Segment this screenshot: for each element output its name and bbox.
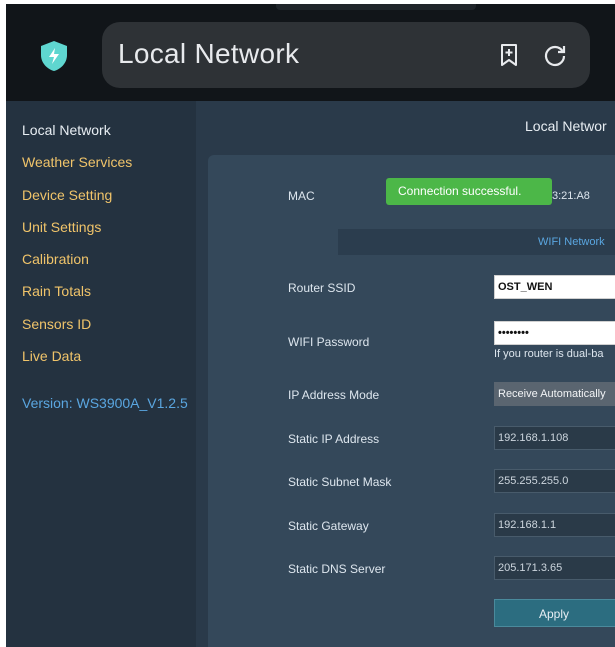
sidebar-item-device-setting[interactable]: Device Setting (22, 187, 112, 203)
add-bookmark-icon[interactable] (497, 43, 521, 67)
screen: Local Network Local Network Weather Serv… (6, 4, 615, 647)
address-bar[interactable]: Local Network (102, 22, 590, 88)
sidebar-item-local-network[interactable]: Local Network (22, 122, 111, 138)
dual-band-hint: If you router is dual-ba (494, 348, 604, 360)
settings-panel: MAC 3:21:A8 WIFI Network Router SSID OST… (208, 155, 615, 647)
subnet-mask-label: Static Subnet Mask (288, 475, 392, 489)
dns-server-label: Static DNS Server (288, 562, 386, 576)
router-ssid-input[interactable]: OST_WEN (494, 275, 615, 299)
router-ssid-label: Router SSID (288, 281, 356, 295)
sidebar-nav: Local Network Weather Services Device Se… (6, 101, 196, 647)
gateway-label: Static Gateway (288, 519, 369, 533)
reload-icon[interactable] (542, 43, 568, 69)
connection-toast: Connection successful. (386, 178, 552, 205)
browser-toolbar: Local Network (6, 4, 615, 101)
sidebar-item-live-data[interactable]: Live Data (22, 348, 81, 364)
wifi-network-title: WIFI Network (538, 236, 605, 248)
sidebar-item-unit-settings[interactable]: Unit Settings (22, 219, 101, 235)
ip-mode-label: IP Address Mode (288, 388, 380, 402)
section-title: Local Networ (525, 118, 607, 134)
status-strip (276, 4, 476, 10)
shield-icon[interactable] (39, 40, 69, 72)
mac-value: 3:21:A8 (552, 190, 590, 202)
static-ip-label: Static IP Address (288, 432, 380, 446)
firmware-version: Version: WS3900A_V1.2.5 (22, 395, 188, 411)
wifi-network-header: WIFI Network (338, 229, 615, 255)
dns-server-input[interactable]: 205.171.3.65 (494, 556, 615, 580)
sidebar-item-weather-services[interactable]: Weather Services (22, 154, 132, 170)
apply-button[interactable]: Apply (494, 599, 615, 627)
page-title[interactable]: Local Network (118, 38, 299, 70)
subnet-mask-input[interactable]: 255.255.255.0 (494, 469, 615, 493)
sidebar-item-rain-totals[interactable]: Rain Totals (22, 283, 91, 299)
sidebar-item-calibration[interactable]: Calibration (22, 251, 89, 267)
ip-mode-select[interactable]: Receive Automatically (494, 382, 615, 406)
static-ip-input[interactable]: 192.168.1.108 (494, 426, 615, 450)
mac-label: MAC (288, 189, 315, 203)
gateway-input[interactable]: 192.168.1.1 (494, 513, 615, 537)
sidebar-item-sensors-id[interactable]: Sensors ID (22, 316, 91, 332)
wifi-password-input[interactable]: •••••••• (494, 321, 615, 345)
wifi-password-label: WIFI Password (288, 335, 370, 349)
